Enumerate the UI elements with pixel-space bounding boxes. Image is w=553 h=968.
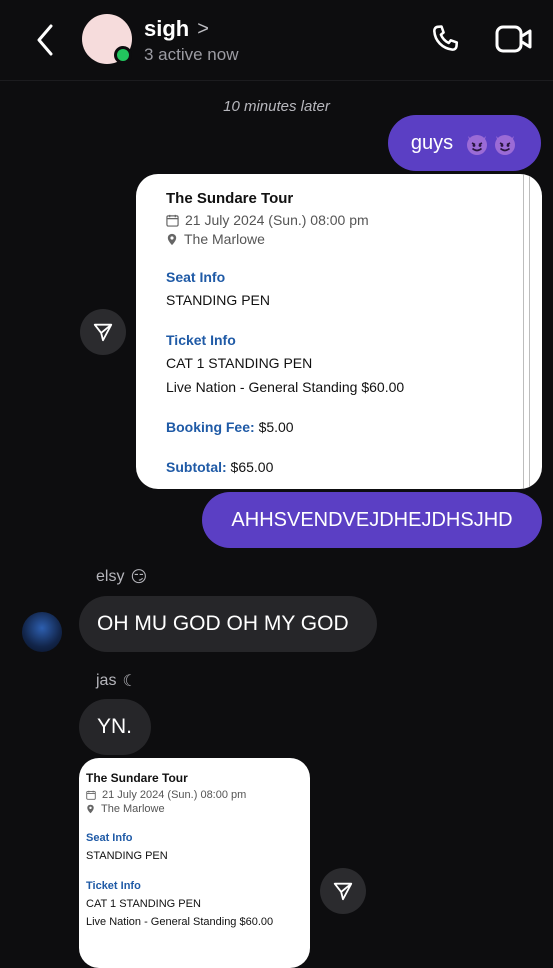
message-text: AHHSVENDVEJDHEJDHSJHD	[231, 508, 513, 531]
video-call-icon[interactable]	[494, 22, 534, 58]
location-pin-icon	[167, 233, 177, 245]
ticket-info-line2: Live Nation - General Standing $60.00	[166, 379, 405, 395]
ticket-info-line1: CAT 1 STANDING PEN	[86, 898, 201, 910]
incoming-message[interactable]: OH MU GOD OH MY GOD	[79, 596, 377, 652]
chat-name: sigh	[144, 16, 190, 41]
subtotal-row: Subtotal: $65.00	[166, 459, 542, 475]
calendar-icon	[166, 214, 179, 227]
ticket-card-image[interactable]: The Sundare Tour 21 July 2024 (Sun.) 08:…	[136, 174, 542, 489]
devil-emoji-icon	[459, 130, 518, 156]
seat-info-label: Seat Info	[166, 269, 226, 285]
sender-name-jas: jas ☾	[96, 671, 137, 691]
ticket-title: The Sundare Tour	[86, 771, 188, 785]
share-button[interactable]	[80, 309, 126, 355]
chevron-right-icon: >	[197, 17, 209, 40]
message-text: OH MU GOD OH MY GOD	[97, 612, 349, 635]
seat-info-label: Seat Info	[86, 832, 133, 844]
location-pin-icon	[87, 804, 94, 814]
seat-info-value: STANDING PEN	[86, 850, 168, 862]
ticket-date: 21 July 2024 (Sun.) 08:00 pm	[102, 789, 247, 801]
ticket-info-label: Ticket Info	[166, 332, 236, 348]
ticket-venue: The Marlowe	[184, 231, 265, 247]
subtotal-value: $65.00	[230, 459, 274, 475]
smirk-emoji-icon: 😏	[130, 569, 148, 586]
ticket-date: 21 July 2024 (Sun.) 08:00 pm	[185, 212, 369, 228]
chat-header: sigh > 3 active now	[0, 0, 553, 81]
online-status-dot	[114, 46, 132, 64]
calendar-icon	[86, 790, 96, 800]
ticket-venue: The Marlowe	[101, 803, 165, 815]
ticket-title: The Sundare Tour	[166, 190, 294, 207]
outgoing-message[interactable]: guys	[388, 115, 541, 171]
send-icon	[333, 882, 353, 901]
sender-name: jas	[96, 672, 117, 689]
message-text: YN.	[97, 715, 133, 738]
sender-name-elsy: elsy 😏	[96, 567, 147, 587]
incoming-message[interactable]: YN.	[79, 699, 151, 755]
ticket-card-image[interactable]: The Sundare Tour 21 July 2024 (Sun.) 08:…	[79, 758, 310, 968]
ticket-info-line1: CAT 1 STANDING PEN	[166, 355, 313, 371]
ticket-info-label: Ticket Info	[86, 880, 141, 892]
back-arrow-icon[interactable]	[30, 22, 60, 58]
subtotal-label: Subtotal:	[166, 459, 227, 475]
moon-emoji-icon: ☾	[122, 673, 137, 690]
share-button[interactable]	[320, 868, 366, 914]
booking-fee-row: Booking Fee: $5.00	[166, 419, 542, 435]
sender-name: elsy	[96, 568, 125, 585]
ticket-info-line2: Live Nation - General Standing $60.00	[86, 916, 274, 928]
message-text: guys	[410, 131, 454, 154]
sender-avatar[interactable]	[22, 612, 62, 652]
timestamp-divider: 10 minutes later	[223, 98, 330, 115]
phone-icon[interactable]	[428, 22, 464, 58]
chat-title[interactable]: sigh >	[144, 16, 209, 42]
active-status: 3 active now	[144, 45, 239, 64]
send-icon	[93, 323, 113, 342]
outgoing-message[interactable]: AHHSVENDVEJDHEJDHSJHD	[202, 492, 542, 548]
seat-info-value: STANDING PEN	[166, 292, 270, 308]
booking-fee-label: Booking Fee:	[166, 419, 255, 435]
booking-fee-value: $5.00	[258, 419, 294, 435]
